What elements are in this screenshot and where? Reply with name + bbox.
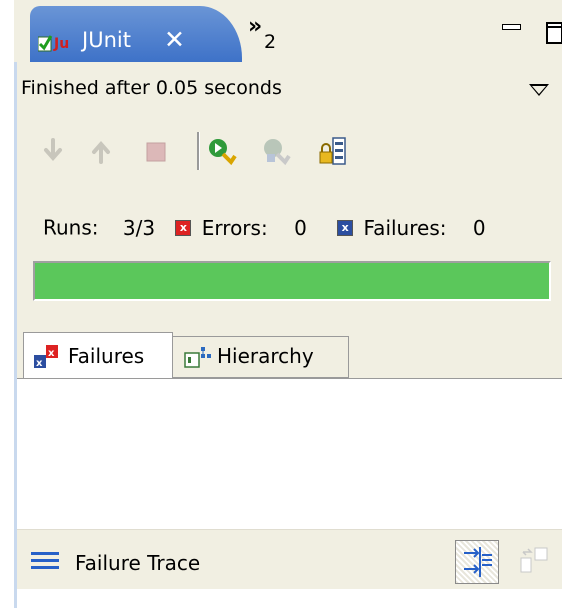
scroll-lock-icon[interactable] [317, 134, 349, 168]
error-icon: x [175, 219, 192, 236]
tab-failures[interactable]: x x Failures [23, 332, 173, 379]
maximize-icon[interactable] [546, 22, 562, 44]
failure-trace-content[interactable] [17, 589, 562, 608]
failures-icon: x x [32, 343, 62, 376]
junit-view: Ju JUnit ✕ » 2 Finished after 0.05 secon… [0, 0, 562, 608]
failures-value: 0 [472, 215, 486, 240]
result-tabs: x x Failures Hierarchy [17, 332, 562, 379]
status-message: Finished after 0.05 seconds [21, 77, 282, 99]
svg-text:Ju: Ju [53, 36, 69, 52]
view-left-margin [0, 0, 14, 608]
tab-failures-label: Failures [68, 344, 145, 368]
tab-close-icon[interactable]: ✕ [164, 25, 185, 54]
stop-icon[interactable] [141, 134, 173, 168]
failure-trace-header: Failure Trace [17, 529, 562, 590]
runs-value: 3/3 [122, 215, 156, 240]
failure-list[interactable] [17, 379, 562, 529]
test-progress-bar [33, 261, 551, 301]
tab-hierarchy-label: Hierarchy [217, 344, 314, 368]
stack-trace-icon [31, 552, 59, 570]
previous-failure-icon[interactable] [85, 134, 117, 168]
minimize-icon[interactable] [502, 24, 521, 30]
failure-icon: x [337, 219, 354, 236]
svg-text:x: x [48, 348, 55, 359]
view-menu-icon[interactable] [529, 84, 549, 96]
toolbar-separator [197, 132, 200, 170]
hierarchy-icon [183, 343, 213, 376]
svg-text:x: x [36, 358, 43, 369]
overflow-count: 2 [264, 31, 277, 53]
tab-junit[interactable]: Ju JUnit ✕ [30, 6, 242, 62]
junit-icon: Ju [37, 28, 72, 58]
rerun-failed-first-icon[interactable] [261, 134, 293, 168]
runs-label: Runs: [43, 215, 99, 240]
tab-hierarchy[interactable]: Hierarchy [173, 336, 349, 378]
next-failure-icon[interactable] [37, 134, 69, 168]
filter-stack-trace-icon[interactable] [455, 540, 499, 584]
errors-value: 0 [294, 215, 307, 240]
overflow-chevron-icon[interactable]: » [248, 14, 262, 39]
errors-label: Errors: [201, 215, 268, 240]
failures-label: Failures: [363, 215, 447, 240]
rerun-test-icon[interactable] [207, 134, 239, 168]
failure-trace-title: Failure Trace [75, 551, 201, 575]
tab-title: JUnit [82, 28, 131, 52]
progress-fill [35, 263, 549, 299]
view-content: Finished after 0.05 seconds Runs: 3/3 x … [17, 62, 562, 608]
view-tab-bar: Ju JUnit ✕ » 2 [14, 0, 562, 62]
compare-results-icon[interactable] [519, 544, 549, 580]
test-counters: Runs: 3/3 x Errors: 0 x Failures: 0 [43, 214, 486, 240]
